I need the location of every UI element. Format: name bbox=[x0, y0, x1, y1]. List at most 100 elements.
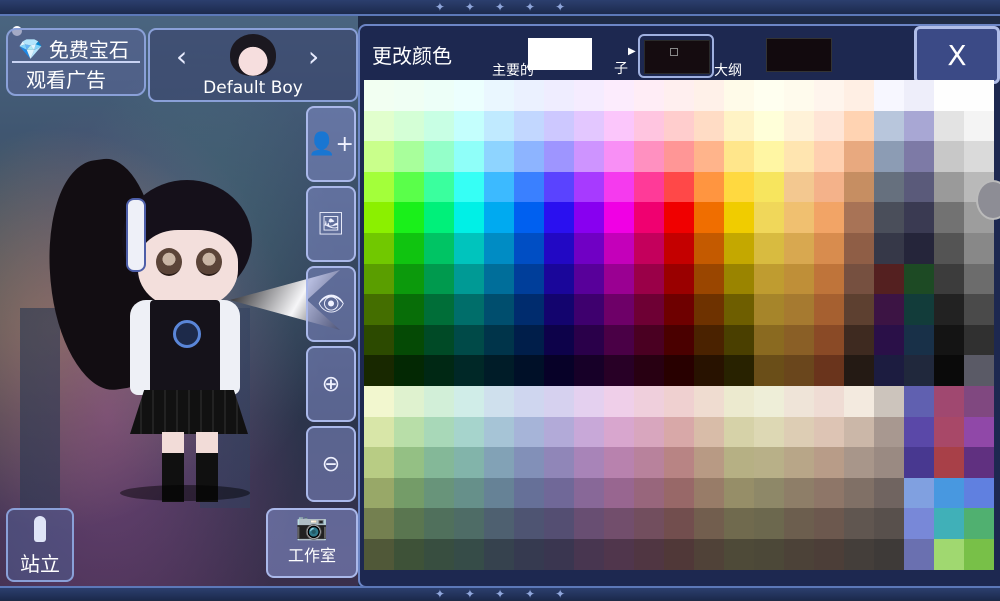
color-swatch-cell[interactable] bbox=[874, 110, 904, 142]
color-swatch-cell[interactable] bbox=[514, 232, 544, 264]
color-swatch-cell[interactable] bbox=[544, 477, 574, 509]
color-swatch-cell[interactable] bbox=[484, 263, 514, 295]
color-swatch-cell[interactable] bbox=[724, 508, 754, 539]
close-button[interactable]: X bbox=[914, 26, 1000, 84]
color-swatch-cell[interactable] bbox=[574, 477, 604, 509]
color-swatch-cell[interactable] bbox=[664, 202, 694, 233]
color-swatch-cell[interactable] bbox=[574, 263, 604, 295]
color-swatch-cell[interactable] bbox=[754, 80, 784, 111]
color-swatch-cell[interactable] bbox=[874, 294, 904, 325]
color-swatch-cell[interactable] bbox=[814, 385, 844, 417]
color-swatch-cell[interactable] bbox=[484, 294, 514, 325]
color-swatch-cell[interactable] bbox=[694, 294, 724, 325]
color-swatch-cell[interactable] bbox=[424, 447, 454, 478]
color-swatch-cell[interactable] bbox=[784, 508, 814, 539]
color-swatch-cell[interactable] bbox=[664, 80, 694, 111]
color-swatch-cell[interactable] bbox=[574, 141, 604, 172]
color-swatch-cell[interactable] bbox=[844, 447, 874, 478]
color-swatch-cell[interactable] bbox=[934, 80, 964, 111]
color-swatch-cell[interactable] bbox=[544, 202, 574, 233]
color-swatch-cell[interactable] bbox=[664, 110, 694, 142]
color-swatch-cell[interactable] bbox=[784, 385, 814, 417]
color-swatch-cell[interactable] bbox=[904, 355, 934, 386]
color-swatch-cell[interactable] bbox=[934, 263, 964, 295]
color-swatch-cell[interactable] bbox=[754, 141, 784, 172]
color-swatch-cell[interactable] bbox=[484, 355, 514, 386]
color-swatch-cell[interactable] bbox=[424, 263, 454, 295]
color-swatch-cell[interactable] bbox=[544, 232, 574, 264]
color-swatch-cell[interactable] bbox=[394, 263, 424, 295]
color-swatch-cell[interactable] bbox=[364, 171, 394, 203]
color-swatch-cell[interactable] bbox=[484, 232, 514, 264]
color-swatch-cell[interactable] bbox=[964, 80, 994, 111]
color-swatch-cell[interactable] bbox=[514, 263, 544, 295]
color-swatch-cell[interactable] bbox=[754, 294, 784, 325]
primary-color-swatch[interactable] bbox=[528, 38, 592, 70]
color-swatch-cell[interactable] bbox=[544, 385, 574, 417]
color-swatch-cell[interactable] bbox=[904, 416, 934, 448]
color-swatch-cell[interactable] bbox=[394, 538, 424, 570]
color-swatch-cell[interactable] bbox=[814, 263, 844, 295]
color-swatch-cell[interactable] bbox=[604, 477, 634, 509]
color-swatch-cell[interactable] bbox=[424, 294, 454, 325]
color-swatch-cell[interactable] bbox=[454, 141, 484, 172]
color-swatch-cell[interactable] bbox=[724, 538, 754, 570]
color-swatch-cell[interactable] bbox=[964, 141, 994, 172]
stand-pose-button[interactable]: 站立 bbox=[6, 508, 74, 582]
color-swatch-cell[interactable] bbox=[724, 355, 754, 386]
color-swatch-cell[interactable] bbox=[904, 477, 934, 509]
color-swatch-cell[interactable] bbox=[694, 385, 724, 417]
color-swatch-cell[interactable] bbox=[514, 508, 544, 539]
color-swatch-cell[interactable] bbox=[514, 477, 544, 509]
color-swatch-cell[interactable] bbox=[394, 324, 424, 356]
color-swatch-cell[interactable] bbox=[694, 447, 724, 478]
color-swatch-cell[interactable] bbox=[454, 110, 484, 142]
color-swatch-cell[interactable] bbox=[604, 202, 634, 233]
color-swatch-cell[interactable] bbox=[544, 508, 574, 539]
color-swatch-cell[interactable] bbox=[754, 355, 784, 386]
color-swatch-cell[interactable] bbox=[724, 416, 754, 448]
color-swatch-cell[interactable] bbox=[514, 80, 544, 111]
color-swatch-cell[interactable] bbox=[454, 447, 484, 478]
color-swatch-cell[interactable] bbox=[604, 110, 634, 142]
color-swatch-cell[interactable] bbox=[694, 538, 724, 570]
color-swatch-cell[interactable] bbox=[934, 232, 964, 264]
color-swatch-cell[interactable] bbox=[364, 355, 394, 386]
color-swatch-cell[interactable] bbox=[574, 232, 604, 264]
color-swatch-cell[interactable] bbox=[514, 294, 544, 325]
color-swatch-cell[interactable] bbox=[694, 477, 724, 509]
color-swatch-cell[interactable] bbox=[814, 202, 844, 233]
color-swatch-cell[interactable] bbox=[394, 508, 424, 539]
color-swatch-cell[interactable] bbox=[694, 110, 724, 142]
color-swatch-cell[interactable] bbox=[664, 355, 694, 386]
color-swatch-cell[interactable] bbox=[394, 355, 424, 386]
color-swatch-cell[interactable] bbox=[694, 324, 724, 356]
color-swatch-cell[interactable] bbox=[904, 110, 934, 142]
color-swatch-cell[interactable] bbox=[724, 232, 754, 264]
color-swatch-cell[interactable] bbox=[454, 171, 484, 203]
color-swatch-cell[interactable] bbox=[514, 141, 544, 172]
color-swatch-cell[interactable] bbox=[784, 538, 814, 570]
color-swatch-cell[interactable] bbox=[814, 110, 844, 142]
color-swatch-cell[interactable] bbox=[664, 324, 694, 356]
color-swatch-cell[interactable] bbox=[814, 477, 844, 509]
color-swatch-cell[interactable] bbox=[964, 508, 994, 539]
color-swatch-cell[interactable] bbox=[544, 416, 574, 448]
color-swatch-cell[interactable] bbox=[364, 447, 394, 478]
color-swatch-cell[interactable] bbox=[574, 110, 604, 142]
color-swatch-cell[interactable] bbox=[634, 263, 664, 295]
color-swatch-cell[interactable] bbox=[964, 294, 994, 325]
color-swatch-cell[interactable] bbox=[454, 324, 484, 356]
color-swatch-cell[interactable] bbox=[544, 171, 574, 203]
color-swatch-cell[interactable] bbox=[424, 385, 454, 417]
color-swatch-cell[interactable] bbox=[814, 324, 844, 356]
color-swatch-cell[interactable] bbox=[364, 324, 394, 356]
color-swatch-cell[interactable] bbox=[424, 324, 454, 356]
color-swatch-cell[interactable] bbox=[784, 171, 814, 203]
color-swatch-cell[interactable] bbox=[784, 355, 814, 386]
color-swatch-cell[interactable] bbox=[364, 141, 394, 172]
color-swatch-cell[interactable] bbox=[544, 447, 574, 478]
color-swatch-cell[interactable] bbox=[454, 202, 484, 233]
color-swatch-cell[interactable] bbox=[454, 477, 484, 509]
color-swatch-cell[interactable] bbox=[544, 324, 574, 356]
